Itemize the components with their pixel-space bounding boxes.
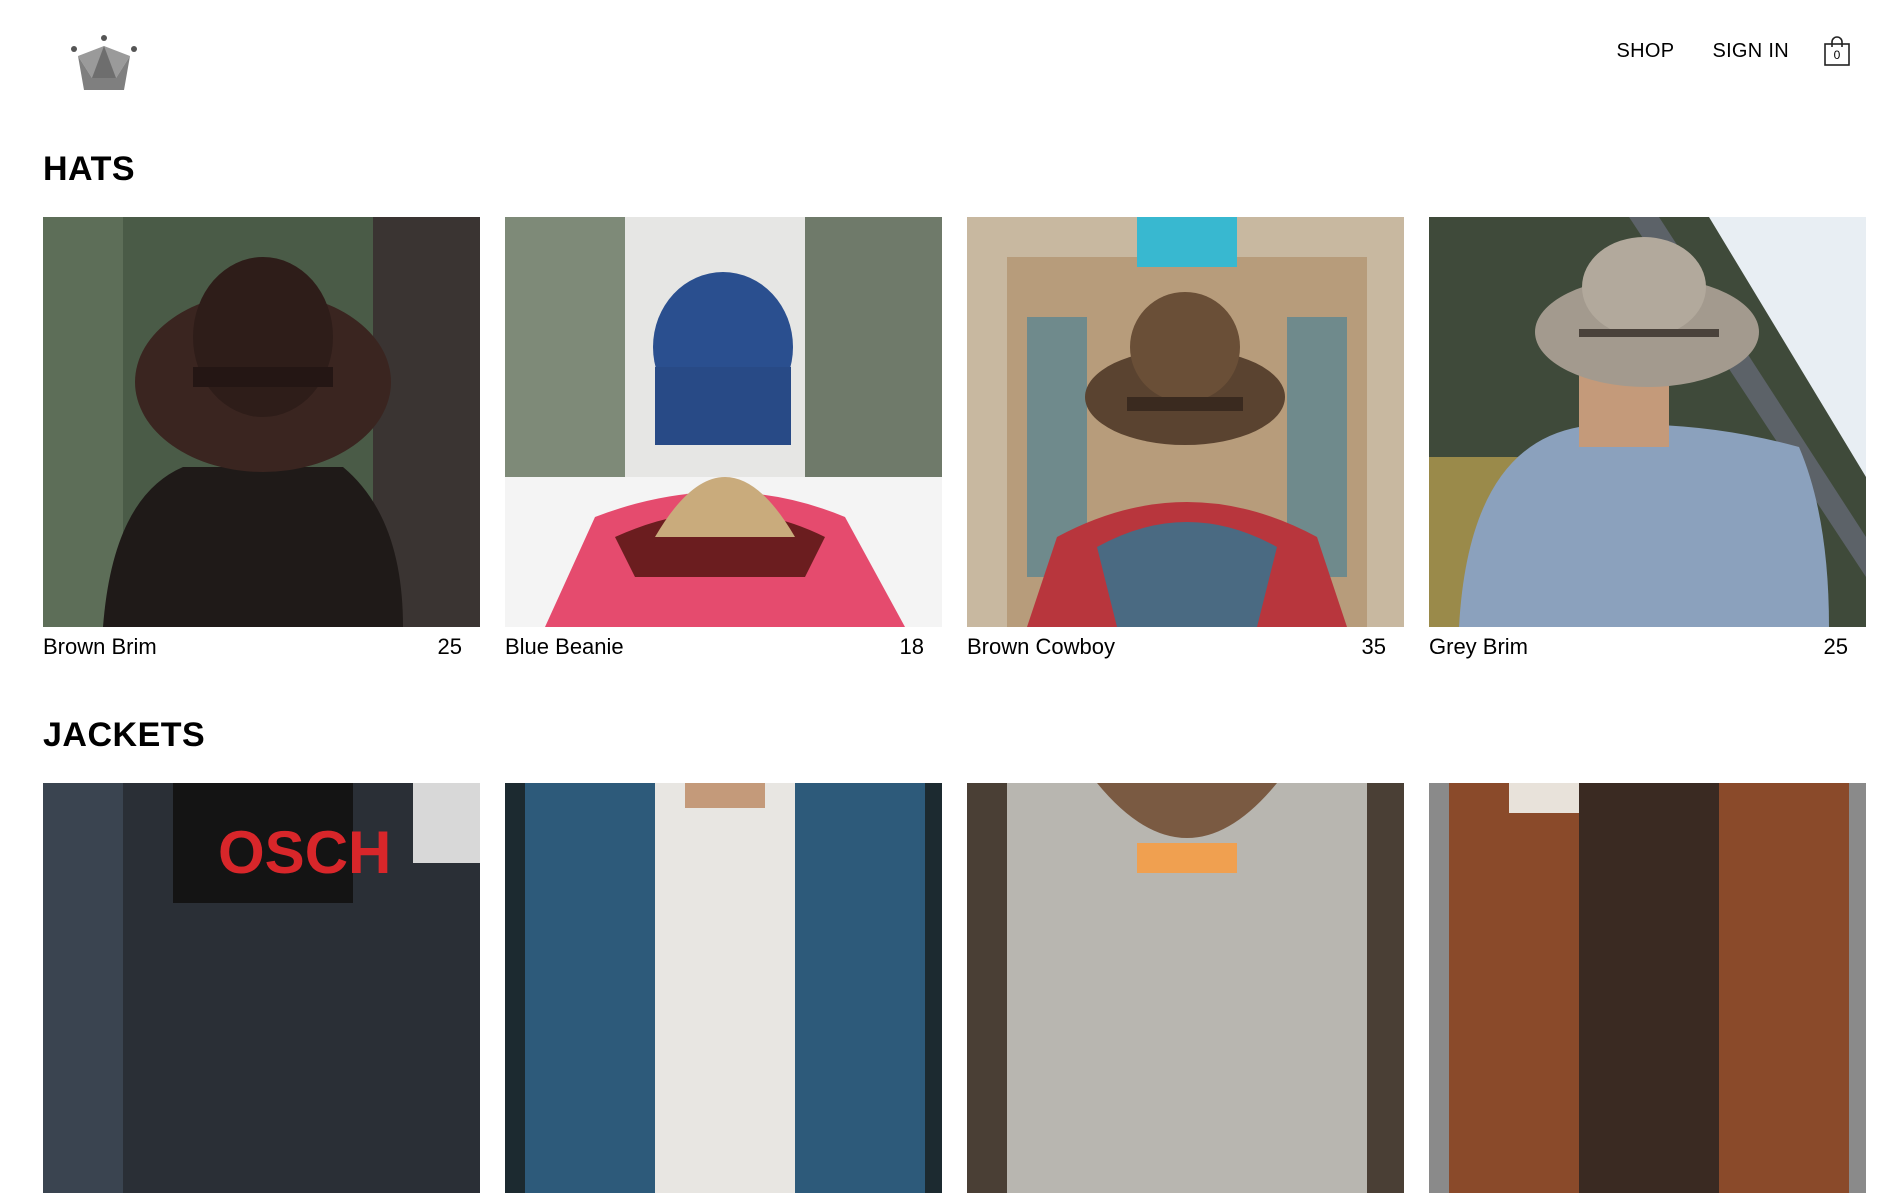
product-card[interactable] (505, 783, 942, 1193)
header: SHOP SIGN IN 0 (0, 0, 1903, 130)
product-name: Blue Beanie (505, 634, 624, 659)
product-image[interactable]: OSCH (43, 783, 480, 1193)
shop-link[interactable]: SHOP (1617, 40, 1675, 63)
product-name: Grey Brim (1429, 634, 1528, 659)
product-card[interactable] (1429, 783, 1866, 1193)
product-card[interactable] (967, 783, 1404, 1193)
product-card[interactable]: Grey Brim 25 (1429, 217, 1866, 660)
product-image[interactable] (43, 217, 480, 627)
product-info: Blue Beanie 18 (505, 627, 942, 660)
product-price: 25 (437, 634, 462, 659)
jackets-section: JACKETS OSCH (0, 716, 1891, 1193)
cart-count: 0 (1833, 48, 1841, 62)
section-title[interactable]: HATS (43, 150, 1891, 189)
product-grid: Brown Brim 25 Blue Beanie 18 Brown Cowbo… (43, 217, 1891, 660)
product-card[interactable]: Brown Cowboy 35 (967, 217, 1404, 660)
product-info: Brown Cowboy 35 (967, 627, 1404, 660)
svg-text:OSCH: OSCH (218, 819, 391, 886)
product-price: 18 (899, 634, 924, 659)
product-info: Grey Brim 25 (1429, 627, 1866, 660)
product-image[interactable] (505, 217, 942, 627)
cart-button[interactable]: 0 (1823, 36, 1851, 66)
crown-logo-link[interactable] (70, 34, 138, 90)
product-image[interactable] (1429, 783, 1866, 1193)
section-title[interactable]: JACKETS (43, 716, 1891, 755)
product-card[interactable]: Blue Beanie 18 (505, 217, 942, 660)
crown-icon (71, 35, 137, 90)
product-price: 25 (1823, 634, 1848, 659)
product-card[interactable]: Brown Brim 25 (43, 217, 480, 660)
sign-in-link[interactable]: SIGN IN (1712, 40, 1789, 63)
hats-section: HATS Brown Brim 25 Blue Beanie 18 Brown … (0, 150, 1891, 660)
product-price: 35 (1361, 634, 1386, 659)
product-image[interactable] (1429, 217, 1866, 627)
product-card[interactable]: OSCH (43, 783, 480, 1193)
product-info: Brown Brim 25 (43, 627, 480, 660)
product-image[interactable] (505, 783, 942, 1193)
main-nav: SHOP SIGN IN 0 (1579, 36, 1851, 66)
product-grid: OSCH (43, 783, 1891, 1193)
product-name: Brown Cowboy (967, 634, 1115, 659)
product-image[interactable] (967, 217, 1404, 627)
product-name: Brown Brim (43, 634, 157, 659)
product-image[interactable] (967, 783, 1404, 1193)
